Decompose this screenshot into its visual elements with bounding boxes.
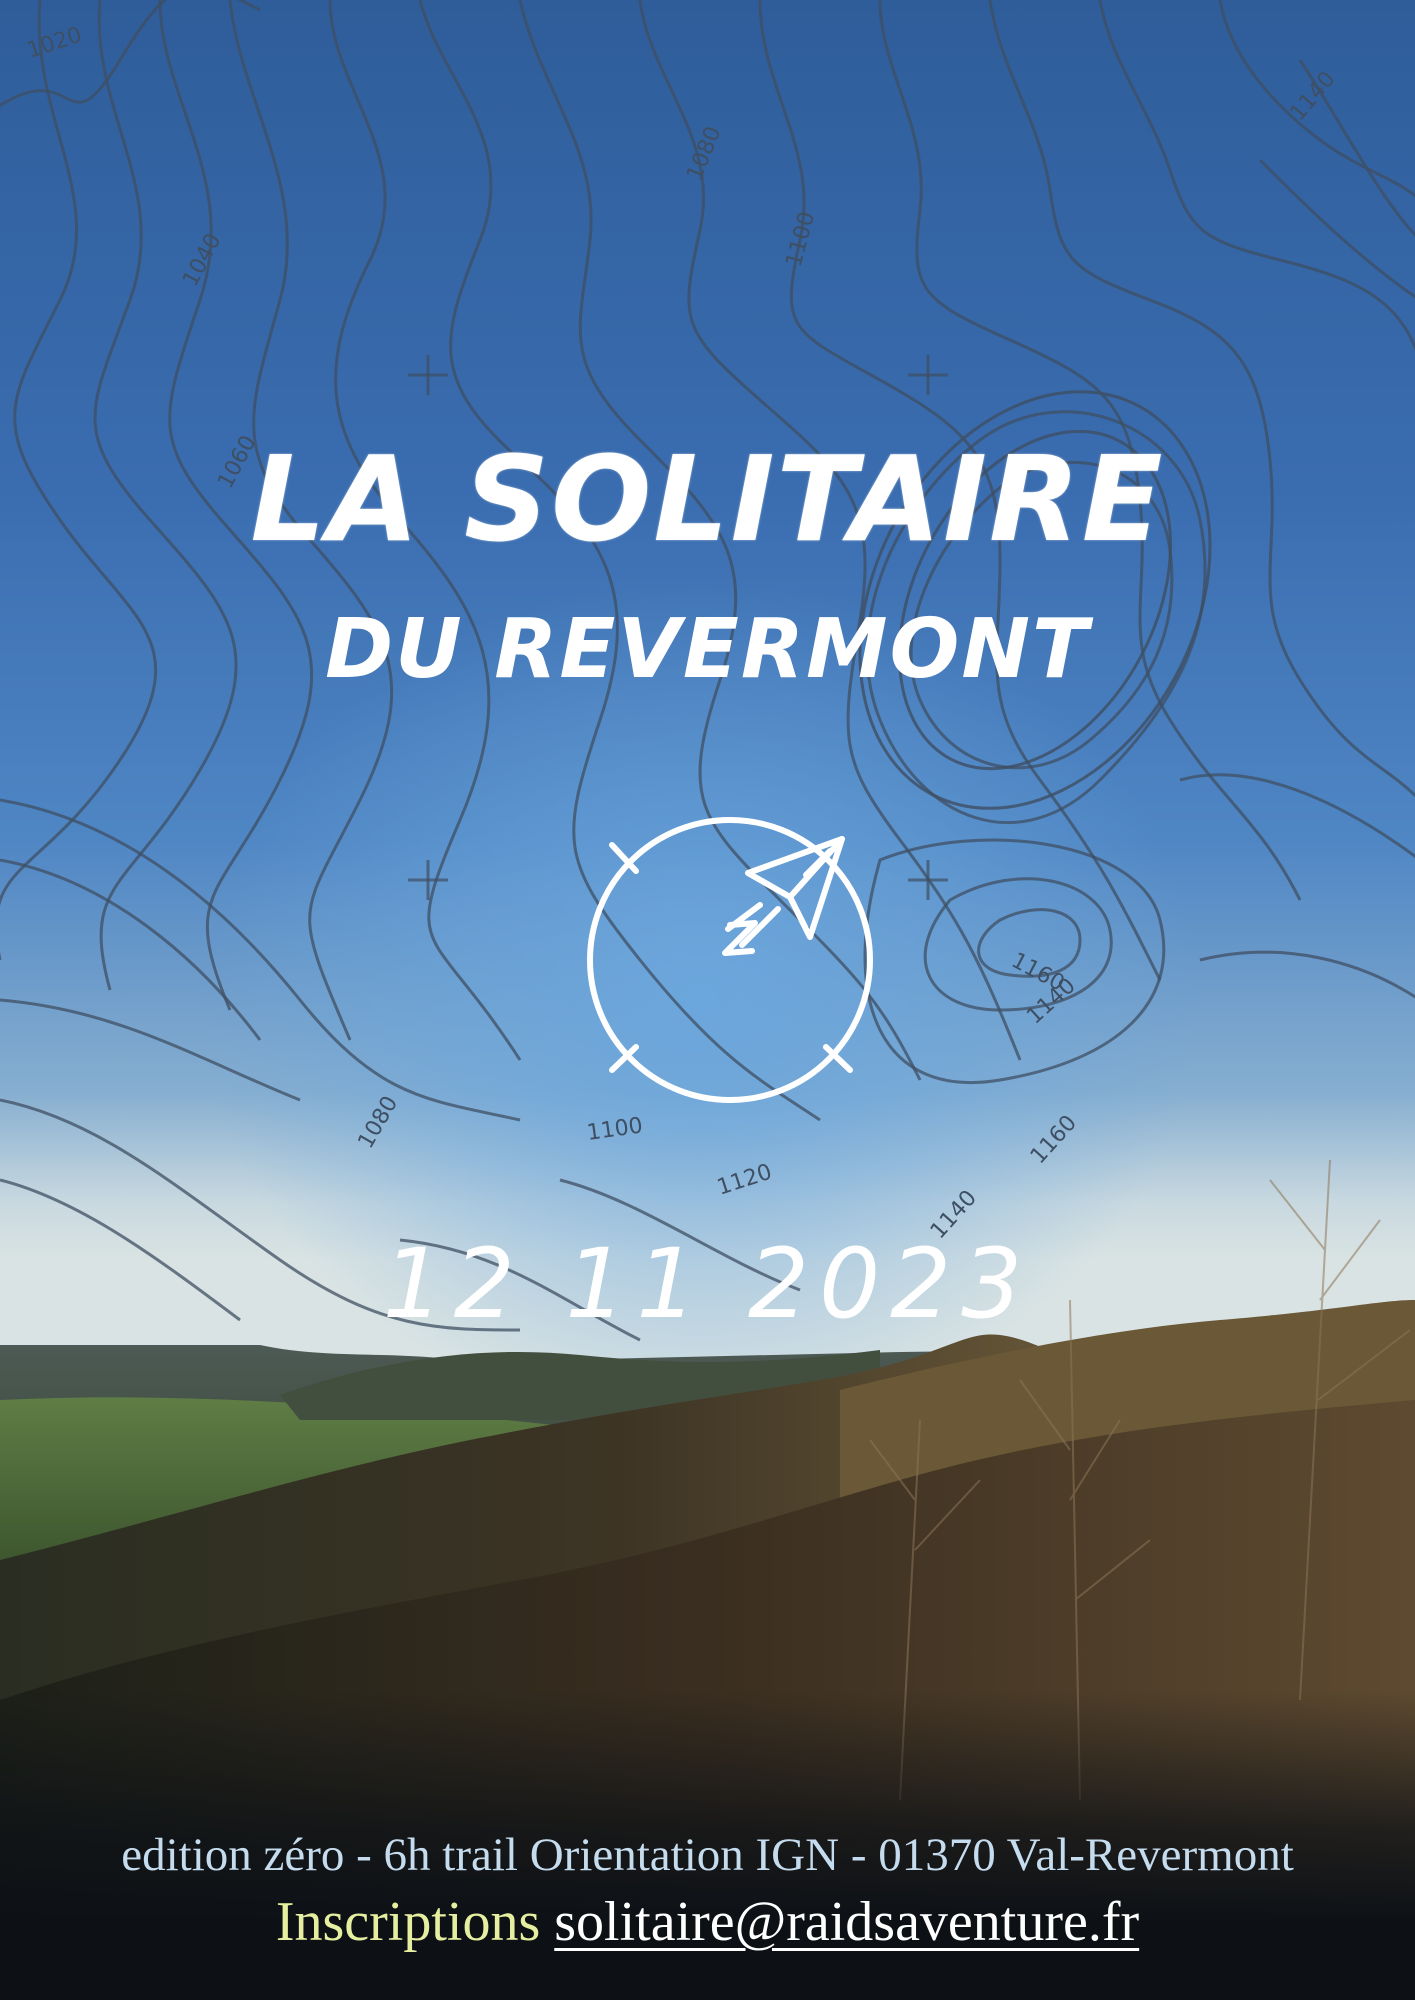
event-info: edition zéro - 6h trail Orientation IGN … bbox=[121, 1829, 1294, 1881]
event-title: LA SOLITAIRE bbox=[250, 430, 1165, 568]
registration-email-link[interactable]: solitaire@raidsaventure.fr bbox=[554, 1891, 1139, 1953]
event-subtitle: DU REVERMONT bbox=[325, 602, 1090, 697]
registration-label: Inscriptions bbox=[275, 1891, 541, 1953]
registration-line: Inscriptions solitaire@raidsaventure.fr bbox=[0, 1890, 1415, 1954]
compass-paper-plane-icon bbox=[587, 817, 873, 1103]
event-date: 12 11 2023 bbox=[382, 1228, 1033, 1340]
poster: 1020 1040 1060 1080 1100 1080 1100 1120 … bbox=[0, 0, 1415, 2000]
